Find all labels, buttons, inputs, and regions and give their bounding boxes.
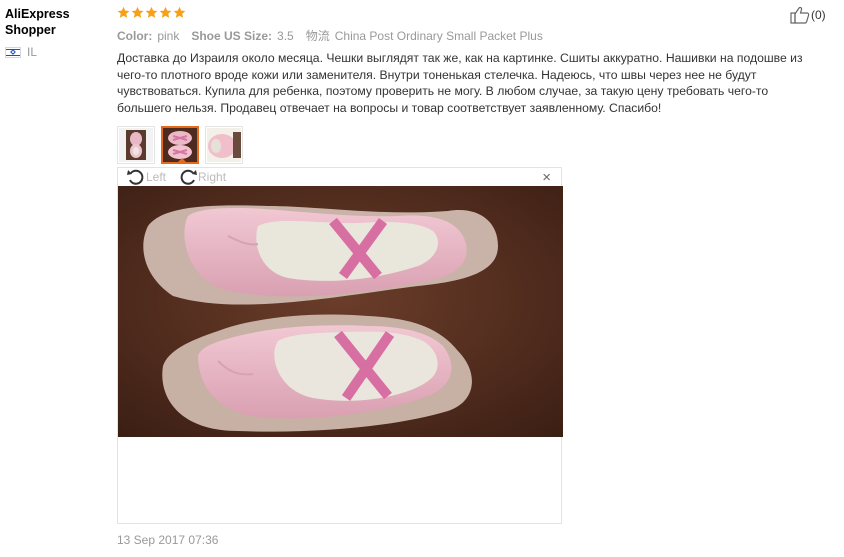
review-date: 13 Sep 2017 07:36 (117, 533, 219, 547)
photo-thumbnails (117, 126, 817, 164)
star-icon (145, 6, 158, 18)
rotate-left-icon (127, 169, 144, 185)
photo-viewer: Left Right × (117, 167, 563, 524)
viewer-toolbar: Left Right (126, 168, 238, 186)
attribute-label: Color: (117, 29, 153, 43)
attribute-value: 3.5 (277, 29, 294, 43)
rotate-right-button[interactable]: Right (178, 168, 238, 186)
photo-thumbnail-2[interactable] (161, 126, 199, 164)
star-icon (117, 6, 130, 18)
review-text: Доставка до Израиля около месяца. Чешки … (117, 51, 803, 115)
rotate-right-label: Right (198, 170, 227, 184)
star-icon (159, 6, 172, 18)
reviewer-name: AliExpress Shopper (5, 7, 70, 37)
close-viewer-button[interactable]: × (542, 170, 551, 186)
attribute-label: 物流 (305, 29, 330, 43)
like-button[interactable]: (0) (790, 6, 826, 24)
like-count: (0) (811, 8, 826, 22)
review-body: Color: pink Shoe US Size: 3.5 物流 China P… (117, 6, 817, 164)
reviewer-country: IL (5, 45, 110, 59)
star-rating (117, 6, 817, 22)
review-photo (118, 186, 563, 437)
israel-flag-icon (5, 46, 21, 58)
thumbs-up-icon (790, 6, 810, 24)
active-thumbnail-arrow (177, 158, 187, 162)
reviewer-info: AliExpress Shopper IL (5, 6, 110, 59)
attribute-label: Shoe US Size: (191, 29, 273, 43)
review-page: AliExpress Shopper IL Color: pink Shoe U… (0, 0, 844, 557)
star-icon (131, 6, 144, 18)
star-icon (173, 6, 186, 18)
rotate-left-label: Left (146, 170, 167, 184)
photo-thumbnail-1[interactable] (117, 126, 155, 164)
attribute-value: pink (157, 29, 180, 43)
country-code: IL (27, 45, 38, 59)
rotate-right-icon (180, 169, 198, 185)
attribute-value: China Post Ordinary Small Packet Plus (334, 29, 543, 43)
photo-thumbnail-3[interactable] (205, 126, 243, 164)
rotate-left-button[interactable]: Left (126, 168, 178, 186)
review-attributes: Color: pink Shoe US Size: 3.5 物流 China P… (117, 27, 817, 44)
